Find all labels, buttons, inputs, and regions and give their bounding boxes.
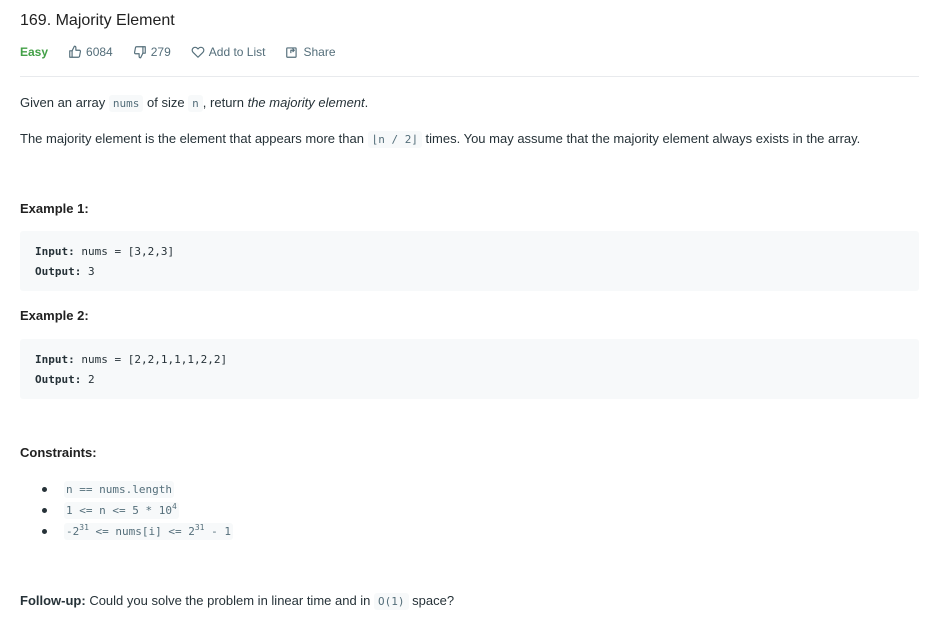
exponent: 31 [79, 523, 89, 532]
constraint-text: n == nums.length [64, 481, 174, 498]
add-to-list-button[interactable]: Add to List [191, 45, 266, 59]
constraint-part: <= nums[i] <= 2 [88, 525, 195, 538]
output-value: 3 [87, 265, 95, 278]
share-icon [286, 47, 298, 58]
inline-code-n: n [188, 95, 203, 112]
heart-icon [191, 46, 205, 58]
constraints-title: Constraints: [20, 445, 97, 460]
share-button[interactable]: Share [285, 45, 336, 59]
constraint-item: n == nums.length [42, 479, 923, 500]
inline-code-o1: O(1) [374, 593, 409, 610]
header-divider [20, 76, 919, 77]
emphasis-majority-element: the majority element [247, 95, 365, 110]
output-value: 2 [87, 373, 95, 386]
description-paragraph-2: The majority element is the element that… [20, 130, 923, 149]
output-label: Output: [35, 265, 82, 278]
thumbs-up-icon [69, 45, 82, 58]
desc-text: Given an array [20, 95, 109, 110]
followup-text: Could you solve the problem in linear ti… [85, 593, 375, 608]
example-2-block: Input: nums = [2,2,1,1,1,2,2] Output: 2 [20, 339, 919, 399]
input-label: Input: [35, 245, 75, 258]
desc-text: , return [202, 95, 248, 110]
followup-text: space? [408, 593, 455, 608]
example-2-input: Input: nums = [2,2,1,1,1,2,2] [35, 350, 904, 370]
thumbs-down-icon [133, 46, 146, 59]
constraint-part: - 1 [204, 525, 231, 538]
example-1-title: Example 1: [20, 201, 89, 216]
like-count: 6084 [86, 45, 113, 59]
followup-paragraph: Follow-up: Could you solve the problem i… [20, 592, 923, 611]
constraints-list: n == nums.length 1 <= n <= 5 * 104 -231 … [20, 479, 923, 542]
desc-text: The majority element is the element that… [20, 131, 368, 146]
example-1-output: Output: 3 [35, 262, 904, 282]
desc-text: of size [143, 95, 189, 110]
constraint-text: 1 <= n <= 5 * 104 [64, 502, 179, 519]
inline-code-floor: ⌊n / 2⌋ [367, 131, 422, 148]
desc-text: . [364, 95, 369, 110]
problem-page: 169. Majority Element Easy 6084 279 Add … [0, 0, 927, 632]
problem-title: 169. Majority Element [20, 12, 175, 29]
description-paragraph-1: Given an array nums of size n, return th… [20, 94, 923, 113]
example-2-title: Example 2: [20, 308, 89, 323]
like-button[interactable]: 6084 [68, 45, 113, 59]
output-label: Output: [35, 373, 82, 386]
constraint-item: -231 <= nums[i] <= 231 - 1 [42, 521, 923, 542]
inline-code-nums: nums [108, 95, 144, 112]
input-value: nums = [3,2,3] [81, 245, 175, 258]
share-label: Share [303, 45, 336, 59]
input-value: nums = [2,2,1,1,1,2,2] [81, 353, 228, 366]
constraint-text: -231 <= nums[i] <= 231 - 1 [64, 523, 233, 540]
example-2-output: Output: 2 [35, 370, 904, 390]
difficulty-badge: Easy [20, 45, 49, 59]
add-to-list-label: Add to List [208, 45, 266, 59]
input-label: Input: [35, 353, 75, 366]
example-1-input: Input: nums = [3,2,3] [35, 242, 904, 262]
problem-meta-bar: Easy 6084 279 Add to List Share [20, 42, 923, 62]
desc-text: times. You may assume that the majority … [421, 131, 861, 146]
example-1-block: Input: nums = [3,2,3] Output: 3 [20, 231, 919, 291]
dislike-button[interactable]: 279 [133, 45, 171, 59]
dislike-count: 279 [150, 45, 171, 59]
constraint-part: -2 [66, 525, 80, 538]
followup-label: Follow-up: [20, 593, 86, 608]
constraint-item: 1 <= n <= 5 * 104 [42, 500, 923, 521]
constraint-part: 1 <= n <= 5 * 10 [66, 504, 172, 517]
exponent: 31 [194, 523, 205, 532]
exponent: 4 [171, 502, 177, 511]
